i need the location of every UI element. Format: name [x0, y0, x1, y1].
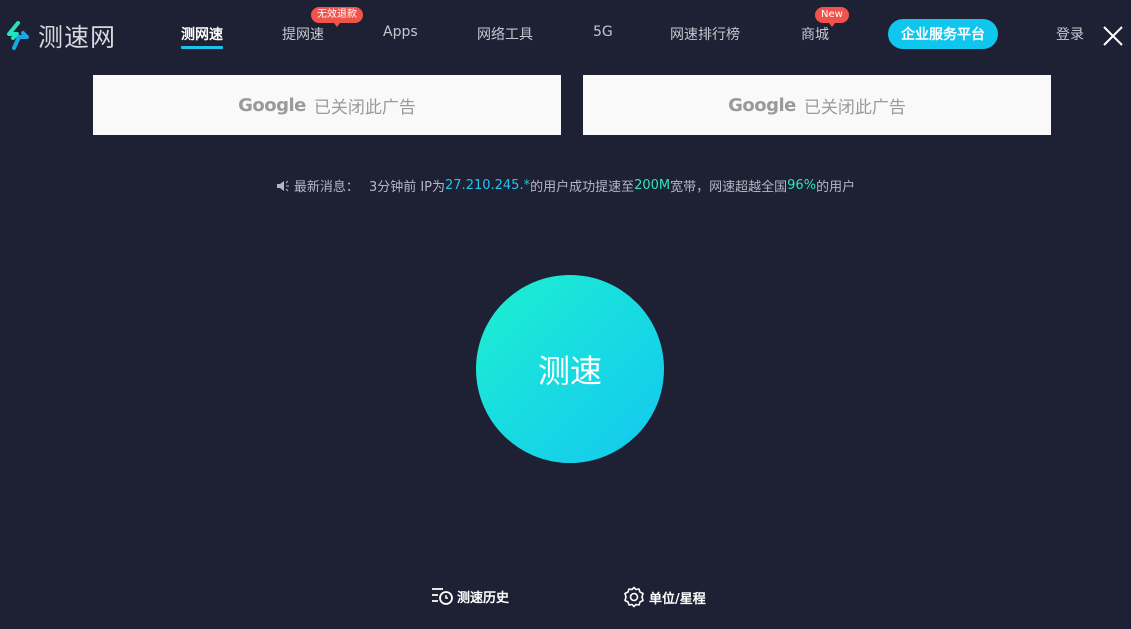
ad-closed-text: 已关闭此广告 — [313, 97, 416, 118]
news-tail: 的用户 — [816, 180, 856, 195]
nav-label: 5G — [593, 24, 613, 40]
nav-label: 提网速 — [282, 27, 324, 43]
nav-speed-test[interactable]: 测网速 — [181, 24, 223, 49]
nav-5g[interactable]: 5G — [593, 24, 613, 40]
gear-icon — [624, 586, 644, 608]
enterprise-platform-button[interactable]: 企业服务平台 — [888, 19, 998, 49]
nav-boost-speed[interactable]: 提网速 — [282, 24, 324, 44]
nav-network-tools[interactable]: 网络工具 — [477, 24, 533, 44]
logo[interactable]: 测速网 — [4, 18, 116, 54]
news-percent: 96% — [787, 178, 817, 193]
news-speed: 200M — [634, 178, 671, 193]
nav-label: 商城 — [801, 27, 829, 43]
speed-history-link[interactable]: 测速历史 — [431, 586, 509, 606]
ad-closed-text: 已关闭此广告 — [803, 97, 906, 118]
login-link[interactable]: 登录 — [1056, 24, 1084, 44]
news-mid: 的用户成功提速至 — [530, 180, 635, 195]
nav-label: Apps — [383, 24, 418, 40]
nav-apps[interactable]: Apps — [383, 24, 418, 40]
nav-label: 网速排行榜 — [670, 27, 740, 43]
google-logo: Google — [728, 94, 796, 116]
latest-news-ticker: 最新消息： 3分钟前 IP为 27.210.245.* 的用户成功提速至 200… — [0, 176, 1131, 195]
refund-badge: 无效退款 — [311, 7, 363, 27]
logo-text: 测速网 — [38, 23, 117, 52]
close-icon[interactable] — [1102, 25, 1124, 47]
units-label: 单位/星程 — [649, 591, 706, 607]
news-ip: 27.210.245.* — [445, 178, 531, 193]
top-nav-bar: 测速网 测网速 提网速 无效退款 Apps 网络工具 5G 网速排行榜 商城 N… — [0, 0, 1131, 68]
units-settings-link[interactable]: 单位/星程 — [623, 586, 706, 608]
news-mid2: 宽带，网速超越全国 — [670, 180, 788, 195]
ad-slot-right: Google 已关闭此广告 — [583, 75, 1051, 135]
nav-label: 测网速 — [181, 27, 223, 43]
speed-history-label: 测速历史 — [457, 590, 510, 606]
news-time: 3分钟前 IP为 — [368, 180, 446, 195]
nav-store[interactable]: 商城 — [801, 24, 829, 44]
ad-slot-left: Google 已关闭此广告 — [93, 75, 561, 135]
new-badge: New — [815, 7, 849, 27]
nav-label: 网络工具 — [477, 27, 533, 43]
start-speed-test-button[interactable]: 测速 — [476, 275, 664, 463]
active-underline — [181, 46, 223, 49]
history-icon — [432, 588, 453, 605]
speaker-icon — [276, 180, 289, 191]
nav-speed-ranking[interactable]: 网速排行榜 — [670, 24, 740, 44]
logo-icon — [7, 21, 29, 50]
news-label: 最新消息： — [293, 180, 359, 195]
google-logo: Google — [238, 94, 306, 116]
